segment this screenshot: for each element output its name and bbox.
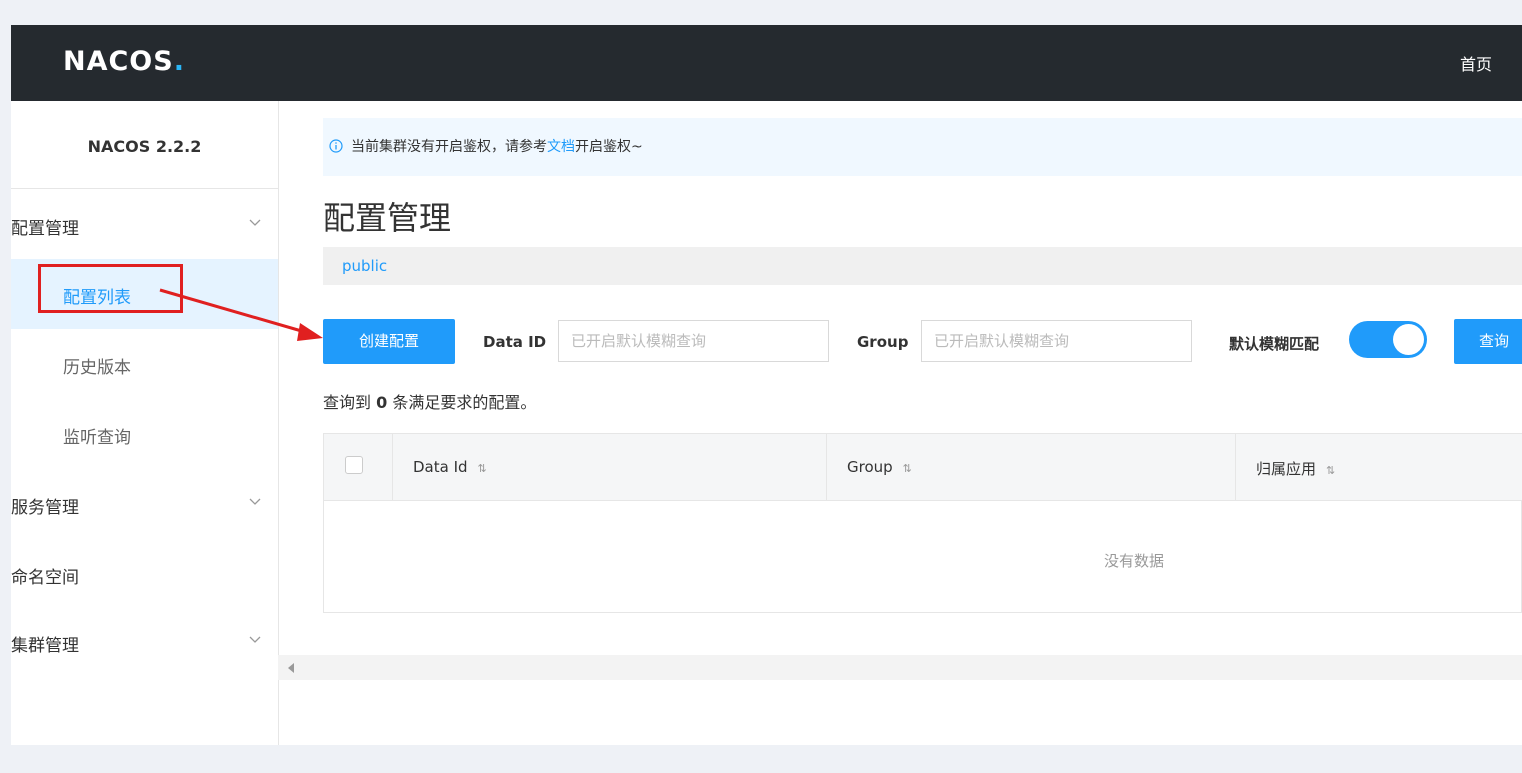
column-label: Group	[847, 458, 893, 476]
sidebar-item-service-management[interactable]: 服务管理	[11, 493, 278, 518]
sidebar-item-label: 命名空间	[11, 568, 79, 588]
home-link[interactable]: 首页	[1460, 51, 1492, 75]
sidebar: NACOS 2.2.2 配置管理 配置列表 历史版本 监听查询 服务管理 命名空…	[11, 101, 279, 745]
scroll-left-icon[interactable]	[288, 663, 294, 673]
result-summary: 查询到 0 条满足要求的配置。	[323, 389, 536, 413]
horizontal-scrollbar[interactable]	[278, 655, 1522, 680]
column-label: Data Id	[413, 458, 468, 476]
logo-dot: .	[173, 46, 185, 77]
data-id-input[interactable]	[558, 320, 829, 362]
sort-icon: ⇅	[902, 462, 912, 475]
alert-text-after: 开启鉴权~	[575, 139, 643, 155]
top-nav-bar: NACOS. 首页	[11, 25, 1522, 101]
result-count: 0	[376, 393, 388, 412]
group-input[interactable]	[921, 320, 1192, 362]
column-data-id[interactable]: Data Id ⇅	[392, 434, 827, 500]
annotation-highlight-box	[38, 264, 183, 313]
sidebar-item-label: 集群管理	[11, 636, 79, 656]
sidebar-item-config-management[interactable]: 配置管理	[11, 214, 278, 239]
sidebar-item-label: 服务管理	[11, 498, 79, 518]
column-header: Group ⇅	[847, 458, 912, 476]
sidebar-item-label: 配置管理	[11, 219, 79, 239]
sidebar-item-namespace[interactable]: 命名空间	[11, 563, 278, 588]
sidebar-item-label: 历史版本	[63, 358, 131, 378]
result-prefix: 查询到	[323, 393, 372, 412]
group-label: Group	[857, 333, 909, 351]
app-window: NACOS. 首页 NACOS 2.2.2 配置管理 配置列表 历史版本 监听查…	[11, 25, 1522, 745]
table-header: Data Id ⇅ Group ⇅ 归属应用 ⇅	[324, 434, 1522, 501]
sort-icon: ⇅	[477, 462, 487, 475]
sidebar-item-label: 监听查询	[63, 428, 131, 448]
sidebar-item-listen-query[interactable]: 监听查询	[11, 399, 278, 469]
chevron-down-icon	[249, 498, 261, 505]
fuzzy-match-toggle[interactable]	[1349, 321, 1427, 358]
info-icon	[329, 139, 343, 153]
nacos-logo[interactable]: NACOS.	[63, 46, 185, 77]
chevron-down-icon	[249, 219, 261, 226]
config-table: Data Id ⇅ Group ⇅ 归属应用 ⇅ 没有数据	[323, 433, 1522, 613]
result-suffix: 条满足要求的配置。	[392, 393, 537, 412]
page-title: 配置管理	[323, 199, 452, 237]
logo-text: NACOS	[63, 46, 174, 77]
create-config-button[interactable]: 创建配置	[323, 319, 455, 364]
sidebar-divider	[11, 188, 278, 189]
namespace-bar: public	[323, 247, 1522, 285]
toggle-knob	[1393, 324, 1424, 355]
sidebar-item-history[interactable]: 历史版本	[11, 329, 278, 399]
auth-alert: 当前集群没有开启鉴权，请参考文档开启鉴权~	[323, 118, 1522, 176]
column-group[interactable]: Group ⇅	[826, 434, 1236, 500]
column-header: Data Id ⇅	[413, 458, 487, 476]
select-all-checkbox[interactable]	[345, 456, 363, 474]
alert-text-before: 当前集群没有开启鉴权，请参考	[351, 139, 547, 155]
column-app[interactable]: 归属应用 ⇅	[1235, 434, 1522, 500]
alert-text: 当前集群没有开启鉴权，请参考文档开启鉴权~	[351, 136, 643, 156]
empty-state-text: 没有数据	[1103, 552, 1164, 570]
sidebar-item-cluster-management[interactable]: 集群管理	[11, 631, 278, 656]
chevron-down-icon	[249, 636, 261, 643]
select-all-cell	[324, 434, 392, 500]
query-button[interactable]: 查询	[1454, 319, 1522, 364]
namespace-public[interactable]: public	[342, 257, 387, 275]
main-content: 当前集群没有开启鉴权，请参考文档开启鉴权~ 配置管理 public 创建配置 D…	[323, 101, 1522, 745]
data-id-label: Data ID	[483, 333, 547, 351]
version-label: NACOS 2.2.2	[87, 137, 202, 156]
column-label: 归属应用	[1256, 460, 1317, 478]
docs-link[interactable]: 文档	[547, 139, 575, 155]
fuzzy-match-label: 默认模糊匹配	[1229, 335, 1320, 353]
column-header: 归属应用 ⇅	[1256, 458, 1335, 479]
sort-icon: ⇅	[1326, 464, 1336, 477]
